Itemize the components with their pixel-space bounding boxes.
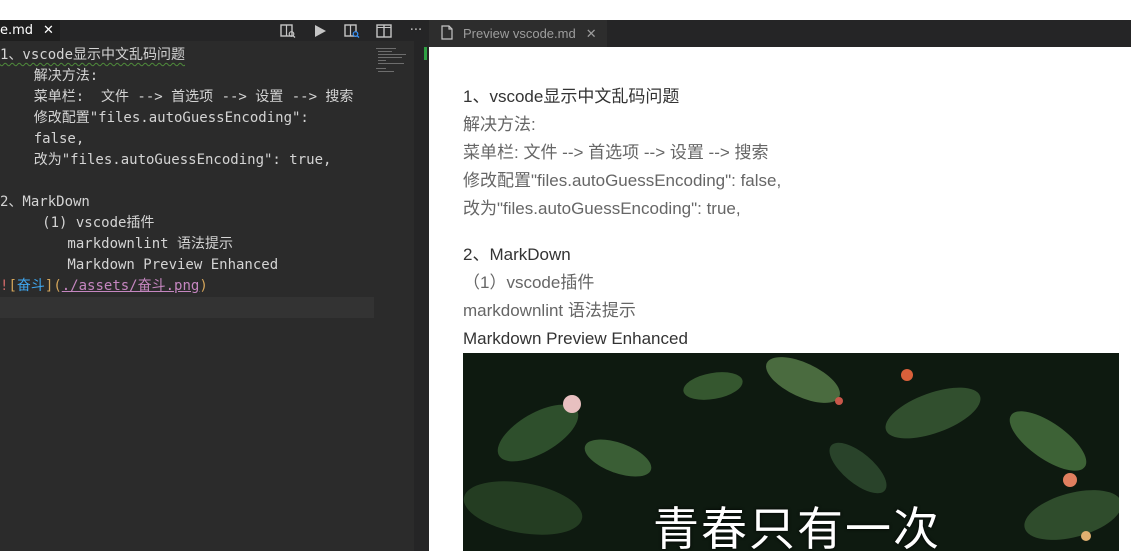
preview-line: （1）vscode插件 bbox=[463, 273, 595, 292]
editor-scrollbar[interactable] bbox=[414, 41, 429, 551]
preview-tab[interactable]: Preview vscode.md ✕ bbox=[429, 20, 607, 47]
preview-line: 解决方法: bbox=[463, 115, 536, 134]
preview-line: Markdown Preview Enhanced bbox=[463, 329, 688, 348]
preview-tab-bar: Preview vscode.md ✕ bbox=[429, 20, 1131, 47]
code-line[interactable]: false, bbox=[0, 129, 85, 150]
more-actions-icon[interactable]: ··· bbox=[407, 22, 425, 40]
preview-image: 青春只有一次 bbox=[463, 353, 1119, 551]
editor-pane: e.md ✕ ··· 1、vscode显示中文乱码问题 解决方法: 菜单栏: 文… bbox=[0, 20, 429, 551]
open-preview-icon[interactable] bbox=[279, 22, 297, 40]
preview-side-icon[interactable] bbox=[343, 22, 361, 40]
md-alt-text: 奋斗 bbox=[16, 278, 45, 294]
code-line[interactable]: 2、MarkDown bbox=[0, 192, 90, 213]
md-close-paren: ) bbox=[199, 278, 208, 294]
code-editor[interactable]: 1、vscode显示中文乱码问题 解决方法: 菜单栏: 文件 --> 首选项 -… bbox=[0, 41, 414, 551]
code-line[interactable]: markdownlint 语法提示 bbox=[0, 234, 233, 255]
code-line[interactable]: 修改配置"files.autoGuessEncoding": bbox=[0, 108, 309, 129]
preview-heading: 2、MarkDown bbox=[463, 245, 571, 264]
run-icon[interactable] bbox=[311, 22, 329, 40]
preview-tab-title[interactable]: Preview vscode.md bbox=[463, 26, 576, 41]
preview-line: 修改配置"files.autoGuessEncoding": false, bbox=[463, 171, 782, 190]
split-editor-icon[interactable] bbox=[375, 22, 393, 40]
md-open-bracket: [ bbox=[8, 278, 17, 294]
preview-line: markdownlint 语法提示 bbox=[463, 301, 636, 320]
file-icon bbox=[441, 24, 453, 43]
current-line-highlight bbox=[0, 297, 374, 318]
editor-actions: ··· bbox=[279, 20, 425, 41]
close-icon[interactable]: ✕ bbox=[586, 26, 597, 42]
preview-line: 改为"files.autoGuessEncoding": true, bbox=[463, 199, 741, 218]
code-line[interactable]: Markdown Preview Enhanced bbox=[0, 255, 278, 276]
editor-tab-bar: e.md ✕ ··· bbox=[0, 20, 429, 41]
preview-line: 菜单栏: 文件 --> 首选项 --> 设置 --> 搜索 bbox=[463, 143, 769, 162]
code-line[interactable]: 菜单栏: 文件 --> 首选项 --> 设置 --> 搜索 bbox=[0, 87, 354, 108]
image-link-line[interactable]: ![奋斗](./assets/奋斗.png) bbox=[0, 276, 208, 297]
close-icon[interactable]: ✕ bbox=[43, 21, 54, 40]
editor-tab-title[interactable]: e.md bbox=[0, 21, 33, 40]
editor-tab[interactable]: e.md ✕ bbox=[0, 20, 60, 41]
code-line[interactable]: 1、vscode显示中文乱码问题 bbox=[0, 45, 185, 66]
minimap[interactable] bbox=[374, 46, 408, 74]
code-line[interactable]: 改为"files.autoGuessEncoding": true, bbox=[0, 150, 332, 171]
md-open-paren: ( bbox=[53, 278, 62, 294]
markdown-preview: 1、vscode显示中文乱码问题 解决方法: 菜单栏: 文件 --> 首选项 -… bbox=[429, 47, 1131, 551]
image-caption: 青春只有一次 bbox=[653, 502, 941, 551]
code-line[interactable]: 解决方法: bbox=[0, 66, 98, 87]
preview-heading: 1、vscode显示中文乱码问题 bbox=[463, 87, 680, 106]
image-path-link[interactable]: ./assets/奋斗.png bbox=[62, 278, 200, 294]
code-line[interactable]: (1) vscode插件 bbox=[0, 213, 154, 234]
scroll-position-indicator bbox=[424, 47, 427, 60]
